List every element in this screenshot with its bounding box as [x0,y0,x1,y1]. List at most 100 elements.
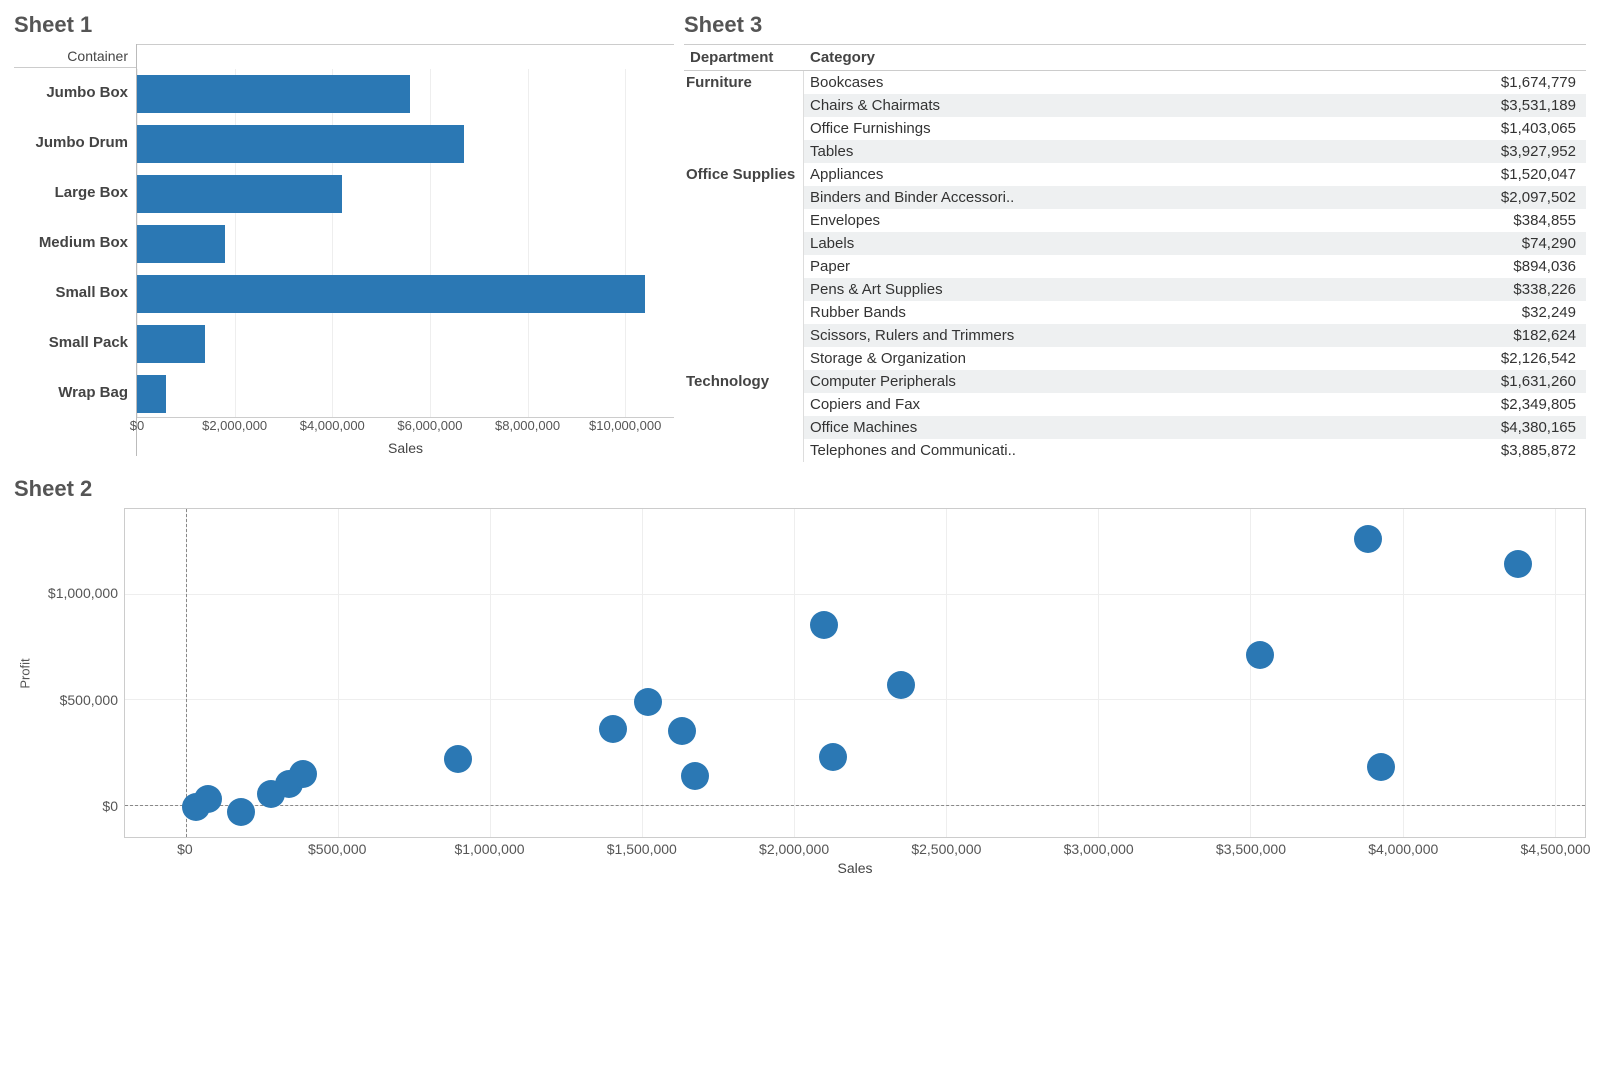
table-cell-category[interactable]: Pens & Art Supplies [804,278,1034,301]
gridline [1250,509,1251,837]
bar-row [137,369,674,419]
scatter-point[interactable] [887,671,915,699]
table-cell-value[interactable]: $1,674,779 [1034,71,1586,94]
sheet1-bar-chart[interactable]: Container Jumbo BoxJumbo DrumLarge BoxMe… [14,44,674,456]
sheet3-title: Sheet 3 [684,12,1586,38]
table-cell-department [684,209,804,232]
table-cell-value[interactable]: $894,036 [1034,255,1586,278]
x-tick: $2,000,000 [202,418,267,433]
table-header-category[interactable]: Category [804,45,1586,71]
table-cell-category[interactable]: Storage & Organization [804,347,1034,370]
scatter-point[interactable] [1246,641,1274,669]
bar[interactable] [137,375,166,413]
table-cell-category[interactable]: Computer Peripherals [804,370,1034,393]
table-cell-category[interactable]: Tables [804,140,1034,163]
table-cell-department: Office Supplies [684,163,804,186]
sheet2-scatter-plot[interactable] [124,508,1586,838]
bar[interactable] [137,325,205,363]
scatter-point[interactable] [681,762,709,790]
x-tick: $500,000 [308,841,366,857]
table-cell-value[interactable]: $1,631,260 [1034,370,1586,393]
table-cell-value[interactable]: $32,249 [1034,301,1586,324]
table-cell-category[interactable]: Rubber Bands [804,301,1034,324]
table-cell-category[interactable]: Copiers and Fax [804,393,1034,416]
x-tick: $3,000,000 [1064,841,1134,857]
sheet-1: Sheet 1 Container Jumbo BoxJumbo DrumLar… [14,10,674,462]
gridline [125,594,1585,595]
table-cell-department [684,140,804,163]
scatter-point[interactable] [194,785,222,813]
scatter-point[interactable] [1367,753,1395,781]
scatter-point[interactable] [444,745,472,773]
scatter-point[interactable] [1504,550,1532,578]
table-cell-category[interactable]: Paper [804,255,1034,278]
gridline [490,509,491,837]
table-cell-department [684,232,804,255]
scatter-point[interactable] [599,715,627,743]
scatter-point[interactable] [289,760,317,788]
sheet2-y-ticks: $0$500,000$1,000,000 [36,508,124,838]
category-label: Jumbo Box [14,68,136,118]
sheet2-title: Sheet 2 [14,476,1586,502]
sheet1-x-axis-label: Sales [137,440,674,456]
table-cell-department [684,393,804,416]
x-tick: $3,500,000 [1216,841,1286,857]
table-cell-category[interactable]: Office Machines [804,416,1034,439]
table-cell-department [684,94,804,117]
bar-row [137,319,674,369]
gridline [1555,509,1556,837]
sheet2-x-ticks: $0$500,000$1,000,000$1,500,000$2,000,000… [124,838,1586,860]
sheet2-y-axis-label: Profit [14,508,36,838]
table-cell-value[interactable]: $74,290 [1034,232,1586,255]
scatter-point[interactable] [634,688,662,716]
table-cell-value[interactable]: $3,531,189 [1034,94,1586,117]
bar[interactable] [137,225,225,263]
scatter-point[interactable] [227,798,255,826]
scatter-point[interactable] [810,611,838,639]
bar[interactable] [137,125,464,163]
table-cell-category[interactable]: Scissors, Rulers and Trimmers [804,324,1034,347]
table-cell-value[interactable]: $384,855 [1034,209,1586,232]
zero-line-vertical [186,509,187,837]
table-cell-category[interactable]: Bookcases [804,71,1034,94]
category-label: Wrap Bag [14,368,136,418]
table-cell-value[interactable]: $3,885,872 [1034,439,1586,462]
table-cell-department [684,186,804,209]
table-cell-category[interactable]: Telephones and Communicati.. [804,439,1034,462]
scatter-point[interactable] [668,717,696,745]
table-cell-category[interactable]: Envelopes [804,209,1034,232]
category-label: Small Box [14,268,136,318]
table-cell-value[interactable]: $4,380,165 [1034,416,1586,439]
table-cell-department: Technology [684,370,804,393]
table-cell-category[interactable]: Appliances [804,163,1034,186]
table-cell-department: Furniture [684,71,804,94]
table-cell-category[interactable]: Binders and Binder Accessori.. [804,186,1034,209]
x-tick: $0 [130,418,144,433]
bar[interactable] [137,175,342,213]
scatter-point[interactable] [819,743,847,771]
table-cell-value[interactable]: $2,349,805 [1034,393,1586,416]
table-cell-department [684,255,804,278]
gridline [794,509,795,837]
sheet3-table[interactable]: DepartmentCategoryFurnitureBookcases$1,6… [684,44,1586,462]
table-cell-category[interactable]: Labels [804,232,1034,255]
table-cell-value[interactable]: $338,226 [1034,278,1586,301]
bar[interactable] [137,275,645,313]
table-cell-category[interactable]: Chairs & Chairmats [804,94,1034,117]
x-tick: $1,500,000 [607,841,677,857]
table-cell-category[interactable]: Office Furnishings [804,117,1034,140]
x-tick: $2,500,000 [911,841,981,857]
table-header-department[interactable]: Department [684,45,804,71]
gridline [1403,509,1404,837]
bar[interactable] [137,75,410,113]
scatter-point[interactable] [1354,525,1382,553]
table-cell-value[interactable]: $1,520,047 [1034,163,1586,186]
table-cell-value[interactable]: $3,927,952 [1034,140,1586,163]
table-cell-value[interactable]: $182,624 [1034,324,1586,347]
table-cell-value[interactable]: $2,126,542 [1034,347,1586,370]
table-cell-value[interactable]: $2,097,502 [1034,186,1586,209]
table-cell-value[interactable]: $1,403,065 [1034,117,1586,140]
sheet1-category-column: Container Jumbo BoxJumbo DrumLarge BoxMe… [14,44,136,456]
gridline [1098,509,1099,837]
category-label: Large Box [14,168,136,218]
